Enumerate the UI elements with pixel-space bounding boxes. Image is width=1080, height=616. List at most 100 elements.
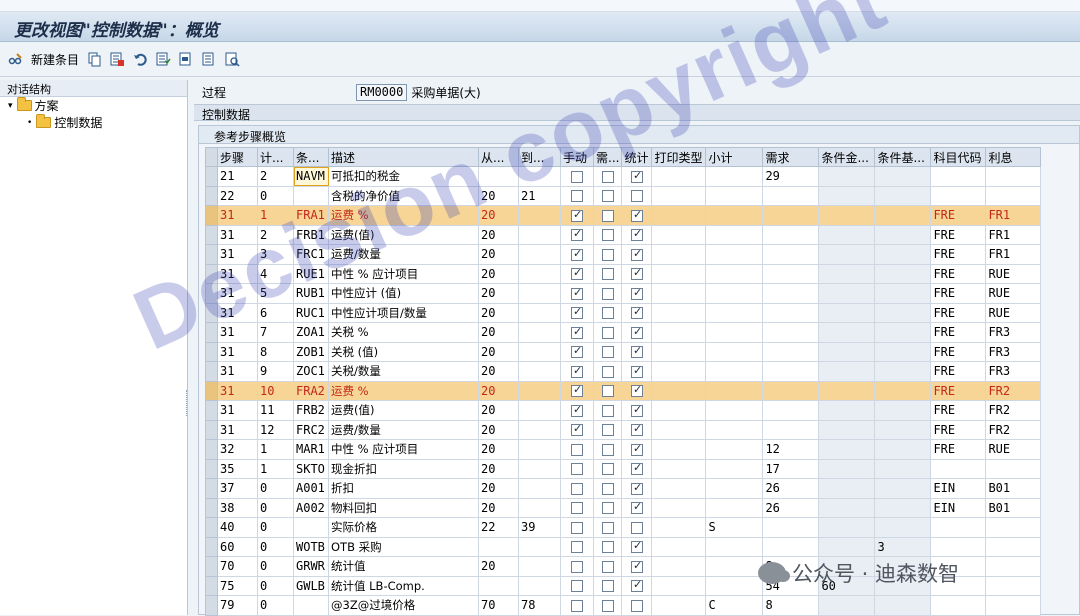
subtotal-cell[interactable] — [705, 400, 764, 421]
counter-cell[interactable]: 6 — [257, 302, 294, 323]
condition-type-cell[interactable]: RUC1 — [293, 302, 329, 323]
stat-checkbox[interactable] — [630, 305, 643, 320]
accrual-cell[interactable]: RUE — [985, 439, 1042, 460]
account-key-cell[interactable]: FRE — [930, 341, 987, 362]
cond-base-cell[interactable] — [874, 575, 932, 596]
requirement-cell[interactable] — [762, 536, 820, 557]
requirement-cell[interactable] — [762, 185, 820, 206]
manual-checkbox[interactable] — [571, 521, 583, 534]
condition-type-cell[interactable]: NAVM — [293, 166, 329, 187]
to-step-cell[interactable] — [518, 322, 561, 343]
table-row[interactable]: 212NAVM可抵扣的税金 29 — [205, 166, 1042, 187]
table-row[interactable]: 316RUC1中性应计项目/数量20 FRERUE — [205, 302, 1042, 323]
table-row[interactable]: 351SKTO现金折扣20 17 — [205, 458, 1042, 479]
manual-checkbox[interactable] — [571, 305, 583, 320]
from-step-cell[interactable]: 20 — [478, 419, 519, 440]
manual-checkbox[interactable] — [571, 325, 583, 339]
column-header[interactable]: 打印类型 — [651, 147, 707, 167]
condition-type-cell[interactable]: ZOC1 — [293, 361, 329, 382]
accrual-cell[interactable] — [985, 517, 1042, 538]
subtotal-cell[interactable] — [705, 361, 764, 382]
required-checkbox[interactable] — [601, 365, 614, 378]
description-cell[interactable]: 中性应计 (值) — [328, 283, 479, 304]
account-key-cell[interactable]: EIN — [930, 478, 987, 499]
row-selector[interactable] — [205, 419, 218, 440]
print-type-cell[interactable] — [651, 166, 707, 187]
stat-checkbox[interactable] — [630, 364, 643, 378]
subtotal-cell[interactable] — [705, 302, 764, 323]
counter-cell[interactable]: 2 — [257, 166, 294, 187]
stat-checkbox[interactable] — [630, 422, 643, 437]
stat-checkbox[interactable] — [630, 578, 643, 593]
from-step-cell[interactable]: 20 — [478, 322, 519, 343]
row-selector[interactable] — [205, 595, 218, 616]
print-type-cell[interactable] — [651, 380, 707, 401]
manual-checkbox[interactable] — [571, 208, 583, 222]
row-selector[interactable] — [205, 244, 218, 265]
accrual-cell[interactable]: FR3 — [985, 341, 1042, 362]
to-step-cell[interactable] — [518, 361, 561, 382]
column-header[interactable]: 小计 — [705, 147, 764, 167]
print-type-cell[interactable] — [651, 536, 707, 557]
accrual-cell[interactable] — [985, 185, 1042, 206]
counter-cell[interactable]: 0 — [257, 517, 294, 538]
cond-value-cell[interactable] — [818, 380, 876, 401]
row-selector[interactable] — [205, 341, 218, 362]
stat-checkbox[interactable] — [630, 539, 643, 554]
condition-type-cell[interactable]: RUE1 — [293, 263, 329, 284]
print-type-cell[interactable] — [651, 458, 707, 479]
from-step-cell[interactable]: 20 — [478, 478, 519, 499]
account-key-cell[interactable]: FRE — [930, 224, 987, 245]
to-step-cell[interactable] — [518, 380, 561, 401]
description-cell[interactable]: 统计值 LB-Comp. — [328, 575, 479, 596]
description-cell[interactable]: 运费 % — [328, 380, 479, 401]
account-key-cell[interactable]: FRE — [930, 205, 987, 226]
requirement-cell[interactable]: 26 — [762, 478, 820, 499]
stat-checkbox[interactable] — [630, 599, 643, 612]
table-row[interactable]: 700GRWR统计值20 8 — [205, 556, 1042, 577]
row-selector[interactable] — [205, 575, 218, 596]
row-selector[interactable] — [205, 556, 218, 577]
requirement-cell[interactable] — [762, 400, 820, 421]
counter-cell[interactable]: 8 — [257, 341, 294, 362]
cond-value-cell[interactable] — [818, 341, 876, 362]
counter-cell[interactable]: 1 — [257, 458, 294, 479]
subtotal-cell[interactable] — [705, 380, 764, 401]
condition-type-cell[interactable]: MAR1 — [293, 439, 329, 460]
stat-checkbox[interactable] — [630, 344, 643, 359]
row-selector[interactable] — [205, 361, 218, 382]
manual-checkbox[interactable] — [571, 364, 583, 378]
step-cell[interactable]: 31 — [217, 205, 258, 226]
step-cell[interactable]: 31 — [217, 244, 258, 265]
print-type-cell[interactable] — [651, 361, 707, 382]
condition-type-cell[interactable]: GWLB — [293, 575, 329, 596]
subtotal-cell[interactable] — [705, 185, 764, 206]
subtotal-cell[interactable] — [705, 419, 764, 440]
stat-checkbox[interactable] — [630, 442, 643, 456]
table-row[interactable]: 313FRC1运费/数量20 FREFR1 — [205, 244, 1042, 265]
account-key-cell[interactable] — [930, 458, 987, 479]
step-cell[interactable]: 31 — [217, 380, 258, 401]
step-cell[interactable]: 37 — [217, 478, 258, 499]
step-cell[interactable]: 75 — [217, 575, 258, 596]
subtotal-cell[interactable] — [705, 244, 764, 265]
from-step-cell[interactable]: 20 — [478, 497, 519, 518]
manual-checkbox[interactable] — [571, 383, 583, 398]
subtotal-cell[interactable] — [705, 439, 764, 460]
account-key-cell[interactable] — [930, 517, 987, 538]
stat-checkbox[interactable] — [630, 286, 643, 300]
required-checkbox[interactable] — [601, 346, 614, 359]
row-selector[interactable] — [205, 302, 218, 323]
row-selector[interactable] — [205, 283, 218, 304]
cond-base-cell[interactable] — [874, 458, 932, 479]
stat-checkbox[interactable] — [630, 208, 643, 222]
to-step-cell[interactable] — [518, 497, 561, 518]
accrual-cell[interactable]: B01 — [985, 497, 1042, 518]
manual-checkbox[interactable] — [571, 403, 583, 417]
print-type-cell[interactable] — [651, 185, 707, 206]
print-type-cell[interactable] — [651, 439, 707, 460]
cond-base-cell[interactable] — [874, 517, 932, 538]
subtotal-cell[interactable] — [705, 497, 764, 518]
from-step-cell[interactable]: 20 — [478, 224, 519, 245]
to-step-cell[interactable] — [518, 536, 561, 557]
